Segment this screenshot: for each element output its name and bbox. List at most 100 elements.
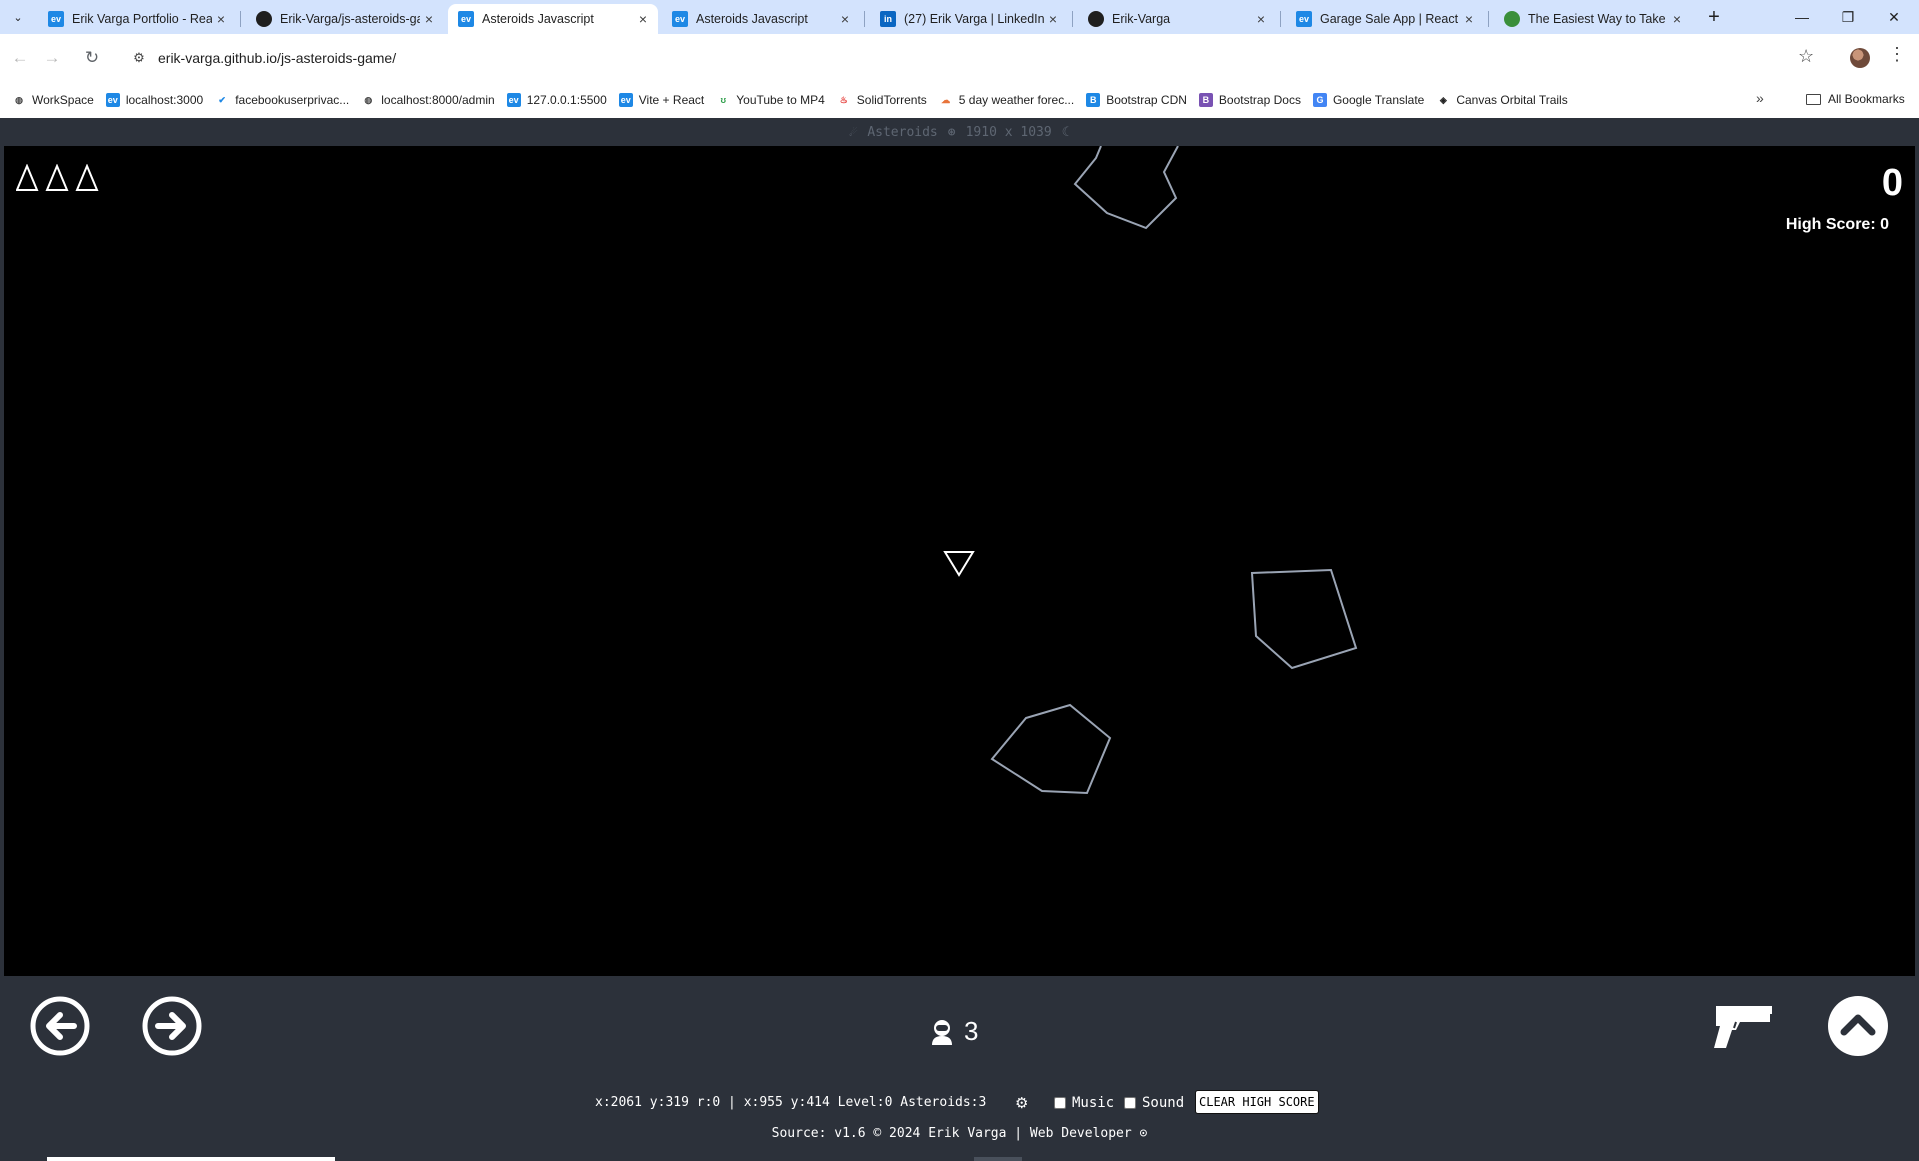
ev-icon: ev (672, 11, 688, 27)
codepen-icon: ◈ (1439, 94, 1447, 105)
title-strip: ☄ Asteroids ⊛ 1910 x 1039 ☾ (0, 118, 1919, 146)
bookmarks-bar: ◍ WorkSpace ev localhost:3000 ✔ facebookuserp… (0, 82, 1919, 118)
tab-title: Erik Varga Portfolio - React (72, 12, 212, 26)
bookmark-item[interactable]: ev localhost:3000 (105, 93, 203, 107)
ev-icon: ev (506, 93, 521, 107)
close-tab-icon[interactable]: × (836, 11, 854, 27)
music-toggle[interactable]: Music (1054, 1095, 1114, 1111)
bookmark-item[interactable]: ✔ facebookuserprivac... (215, 93, 349, 107)
tab-search-icon[interactable]: ⌄ (6, 5, 30, 29)
bookmark-item[interactable]: G Google Translate (1312, 93, 1424, 107)
thrust-button[interactable] (1828, 996, 1888, 1056)
asteroid-field (943, 146, 1358, 795)
browser-tab[interactable]: Erik-Varga/js-asteroids-game× (246, 4, 444, 34)
browser-tab[interactable]: Erik-Varga × (1078, 4, 1276, 34)
tab-separator (240, 11, 241, 27)
bookmark-item[interactable]: ◈ Canvas Orbital Trails (1436, 93, 1568, 107)
browser-tab[interactable]: in (27) Erik Varga | LinkedIn × (870, 4, 1068, 34)
sound-toggle[interactable]: Sound (1124, 1095, 1184, 1111)
bookmark-item[interactable]: ev 127.0.0.1:5500 (506, 93, 607, 107)
page-title: Asteroids (867, 124, 938, 140)
browser-tab[interactable]: ev Asteroids Javascript × (662, 4, 860, 34)
bookmark-item[interactable]: ◍ WorkSpace (12, 93, 94, 107)
bookmark-item[interactable]: ʊ YouTube to MP4 (716, 93, 825, 107)
tab-title: The Easiest Way to Take a (1528, 12, 1668, 26)
tab-separator (864, 11, 865, 27)
close-tab-icon[interactable]: × (1668, 11, 1686, 27)
close-tab-icon[interactable]: × (1044, 11, 1062, 27)
players-count: 3 (930, 1016, 978, 1047)
bookmark-star-icon[interactable]: ☆ (1798, 46, 1814, 67)
sound-checkbox[interactable] (1124, 1097, 1136, 1109)
clear-high-score-button[interactable]: CLEAR HIGH SCORE (1195, 1090, 1319, 1114)
tab-separator (1488, 11, 1489, 27)
tab-title: Garage Sale App | React (1320, 12, 1459, 26)
close-tab-icon[interactable]: × (634, 11, 652, 27)
site-info-icon[interactable]: ⚙ (124, 50, 154, 66)
bootstrap-purple-icon: B (1198, 93, 1213, 107)
bookmark-item[interactable]: ☁ 5 day weather forec... (939, 93, 1074, 107)
forward-button[interactable]: → (38, 44, 66, 72)
close-tab-icon[interactable]: × (420, 11, 438, 27)
browser-tab[interactable]: The Easiest Way to Take a × (1494, 4, 1692, 34)
browser-menu-icon[interactable]: ⋮ (1888, 44, 1906, 65)
address-bar[interactable]: ⚙ erik-varga.github.io/js-asteroids-game… (124, 42, 1824, 74)
bookmark-label: Vite + React (638, 93, 705, 107)
github-icon (1088, 11, 1104, 27)
settings-gears-icon[interactable]: ⚙ (1015, 1094, 1028, 1112)
ev-icon: ev (458, 11, 474, 27)
globe-icon: ◍ (15, 94, 23, 105)
tab-strip: ⌄ ev Erik Varga Portfolio - React × Erik-Va… (0, 0, 1919, 34)
rotate-right-button[interactable] (142, 996, 202, 1056)
close-tab-icon[interactable]: × (1460, 11, 1478, 27)
tab-separator (1072, 11, 1073, 27)
game-canvas[interactable]: 0 High Score: 0 (4, 146, 1915, 976)
profile-avatar[interactable] (1850, 48, 1870, 68)
rotate-left-button[interactable] (30, 996, 90, 1056)
fire-button-gun-icon[interactable] (1710, 1000, 1776, 1052)
green-circle-icon (1504, 11, 1520, 27)
bookmark-label: Bootstrap Docs (1218, 93, 1301, 107)
bookmark-item[interactable]: ♨ SolidTorrents (837, 93, 927, 107)
ev-icon: ev (618, 93, 633, 107)
tab-title: Erik-Varga/js-asteroids-game (280, 12, 420, 26)
asteroid (990, 703, 1112, 795)
github-icon[interactable]: ⊙ (1140, 1126, 1148, 1141)
bookmark-label: YouTube to MP4 (736, 93, 825, 107)
moon-icon[interactable]: ☾ (1062, 125, 1070, 140)
gamepad-icon: ⊛ (947, 124, 956, 140)
reload-button[interactable]: ↻ (78, 44, 106, 72)
browser-toolbar: ← → ↻ ⚙ erik-varga.github.io/js-asteroid… (0, 34, 1919, 118)
browser-tab[interactable]: ev Garage Sale App | React × (1286, 4, 1484, 34)
close-window-icon[interactable]: ✕ (1871, 0, 1917, 34)
bookmark-item[interactable]: B Bootstrap CDN (1086, 93, 1187, 107)
asteroid (1073, 146, 1179, 230)
bookmark-label: Canvas Orbital Trails (1456, 93, 1568, 107)
tab-title: Asteroids Javascript (696, 12, 808, 26)
more-bookmarks-icon[interactable]: » (1756, 90, 1764, 106)
page: ☄ Asteroids ⊛ 1910 x 1039 ☾ 0 High Score… (0, 118, 1919, 1161)
music-checkbox[interactable] (1054, 1097, 1066, 1109)
bootstrap-icon: B (1086, 93, 1101, 107)
bookmark-item[interactable]: ev Vite + React (618, 93, 705, 107)
back-button[interactable]: ← (6, 44, 34, 72)
horizontal-scrollbar-thumb[interactable] (47, 1157, 335, 1161)
minimize-icon[interactable]: — (1779, 0, 1825, 34)
browser-tab[interactable]: ev Asteroids Javascript × (448, 4, 658, 34)
tab-title: Erik-Varga (1112, 12, 1171, 26)
bookmark-label: facebookuserprivac... (235, 93, 350, 107)
new-tab-button[interactable]: + (1702, 5, 1726, 29)
browser-tab[interactable]: ev Erik Varga Portfolio - React × (38, 4, 236, 34)
music-label: Music (1072, 1095, 1115, 1111)
horizontal-scrollbar-mark (974, 1157, 1022, 1161)
close-tab-icon[interactable]: × (212, 11, 230, 27)
ev-icon: ev (105, 93, 120, 107)
close-tab-icon[interactable]: × (1252, 11, 1270, 27)
restore-icon[interactable]: ❐ (1825, 0, 1871, 34)
bookmark-item[interactable]: B Bootstrap Docs (1198, 93, 1301, 107)
bookmark-item[interactable]: ◍ localhost:8000/admin (361, 93, 494, 107)
bookmark-label: 5 day weather forec... (958, 93, 1075, 107)
bookmark-label: WorkSpace (32, 93, 94, 107)
bookmark-label: 127.0.0.1:5500 (526, 93, 607, 107)
all-bookmarks-button[interactable]: All Bookmarks (1806, 92, 1905, 106)
